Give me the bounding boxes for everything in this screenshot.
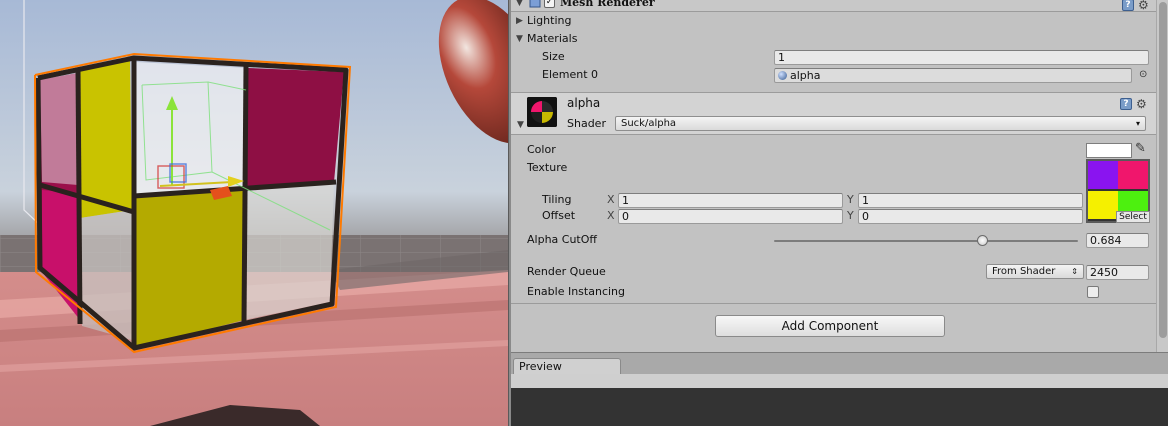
texture-quadrant — [1088, 161, 1118, 189]
size-label: Size — [542, 50, 565, 63]
scene-canvas[interactable] — [0, 0, 508, 426]
tiling-x-label: X — [607, 193, 615, 206]
material-name: alpha — [567, 96, 601, 110]
inspector-scrollbar[interactable] — [1156, 0, 1168, 352]
offset-label: Offset — [542, 209, 576, 222]
preview-bar: Preview — [511, 352, 1168, 375]
collapse-arrow-icon[interactable]: ▼ — [517, 120, 524, 130]
offset-y-field[interactable]: 0 — [858, 209, 1083, 224]
gear-icon[interactable]: ⚙ — [1138, 0, 1150, 11]
stepper-arrow-icon: ⇕ — [1071, 267, 1078, 276]
tiling-row: Tiling X 1 Y 1 — [511, 192, 1156, 208]
material-header: ▼ alpha Shader Suck/alpha ▾ ? ⚙ — [511, 92, 1156, 135]
help-icon[interactable]: ? — [1122, 0, 1134, 11]
size-field[interactable]: 1 — [774, 50, 1149, 65]
expand-arrow-icon[interactable]: ▶ — [516, 13, 523, 29]
render-queue-field[interactable]: 2450 — [1086, 265, 1149, 280]
offset-row: Offset X 0 Y 0 — [511, 208, 1156, 224]
alpha-cutoff-slider[interactable] — [774, 240, 1078, 242]
preview-tab[interactable]: Preview — [513, 358, 621, 375]
preview-area[interactable] — [511, 388, 1168, 426]
element0-row: Element 0 alpha ⊙ — [511, 67, 1156, 83]
dropdown-arrow-icon: ▾ — [1135, 119, 1140, 128]
color-label: Color — [527, 143, 556, 156]
mesh-renderer-icon — [529, 0, 541, 9]
enable-instancing-label: Enable Instancing — [527, 285, 625, 298]
offset-x-field[interactable]: 0 — [618, 209, 843, 224]
offset-x-label: X — [607, 209, 615, 222]
material-object-field[interactable]: alpha — [774, 68, 1132, 83]
materials-size-row: Size 1 — [511, 49, 1156, 65]
materials-label: Materials — [527, 32, 578, 45]
shader-dropdown[interactable]: Suck/alpha ▾ — [615, 116, 1146, 131]
component-title: Mesh Renderer — [560, 0, 655, 9]
object-picker-icon[interactable]: ⊙ — [1139, 67, 1147, 83]
render-queue-mode-value: From Shader — [992, 266, 1056, 277]
collapse-arrow-icon[interactable]: ▼ — [516, 31, 523, 47]
divider — [511, 303, 1156, 304]
texture-label: Texture — [527, 161, 568, 174]
texture-quadrant — [1118, 161, 1148, 189]
element0-label: Element 0 — [542, 68, 599, 81]
materials-foldout[interactable]: ▼ Materials — [511, 31, 1156, 47]
enable-instancing-checkbox[interactable] — [1087, 286, 1099, 298]
eyedropper-icon[interactable]: ✎ — [1135, 141, 1146, 156]
render-queue-label: Render Queue — [527, 265, 606, 278]
enabled-checkbox[interactable]: ✓ — [544, 0, 555, 8]
render-queue-mode-dropdown[interactable]: From Shader ⇕ — [986, 264, 1084, 279]
render-queue-row: Render Queue From Shader ⇕ 2450 — [511, 264, 1156, 280]
material-object-value: alpha — [790, 69, 821, 82]
tiling-label: Tiling — [542, 193, 572, 206]
help-icon[interactable]: ? — [1120, 98, 1132, 110]
alpha-cutoff-label: Alpha CutOff — [527, 233, 597, 246]
selected-cube[interactable] — [34, 52, 352, 354]
material-sphere-icon — [778, 71, 787, 80]
inspector-panel: ▼ ✓ Mesh Renderer ? ⚙ ▶ Lighting ▼ Mater… — [511, 0, 1156, 352]
lighting-label: Lighting — [527, 14, 572, 27]
texture-row: Texture — [511, 160, 1156, 176]
scrollbar-thumb[interactable] — [1159, 2, 1167, 338]
scene-view[interactable] — [0, 0, 508, 426]
lighting-foldout[interactable]: ▶ Lighting — [511, 13, 1156, 29]
mesh-renderer-header[interactable]: ▼ ✓ Mesh Renderer ? ⚙ — [511, 0, 1156, 12]
tiling-y-field[interactable]: 1 — [858, 193, 1083, 208]
gear-icon[interactable]: ⚙ — [1136, 98, 1148, 110]
enable-instancing-row: Enable Instancing — [511, 284, 1156, 300]
material-preview-thumbnail[interactable] — [527, 97, 557, 127]
add-component-button[interactable]: Add Component — [715, 315, 945, 337]
color-swatch[interactable] — [1086, 143, 1132, 158]
shader-label: Shader — [567, 117, 606, 130]
shader-value: Suck/alpha — [621, 118, 677, 129]
tiling-x-field[interactable]: 1 — [618, 193, 843, 208]
slider-thumb[interactable] — [977, 235, 988, 246]
collapse-arrow-icon[interactable]: ▼ — [516, 0, 523, 8]
color-row: Color — [511, 142, 1156, 158]
tiling-y-label: Y — [847, 193, 854, 206]
alpha-cutoff-field[interactable]: 0.684 — [1086, 233, 1149, 248]
offset-y-label: Y — [847, 209, 854, 222]
